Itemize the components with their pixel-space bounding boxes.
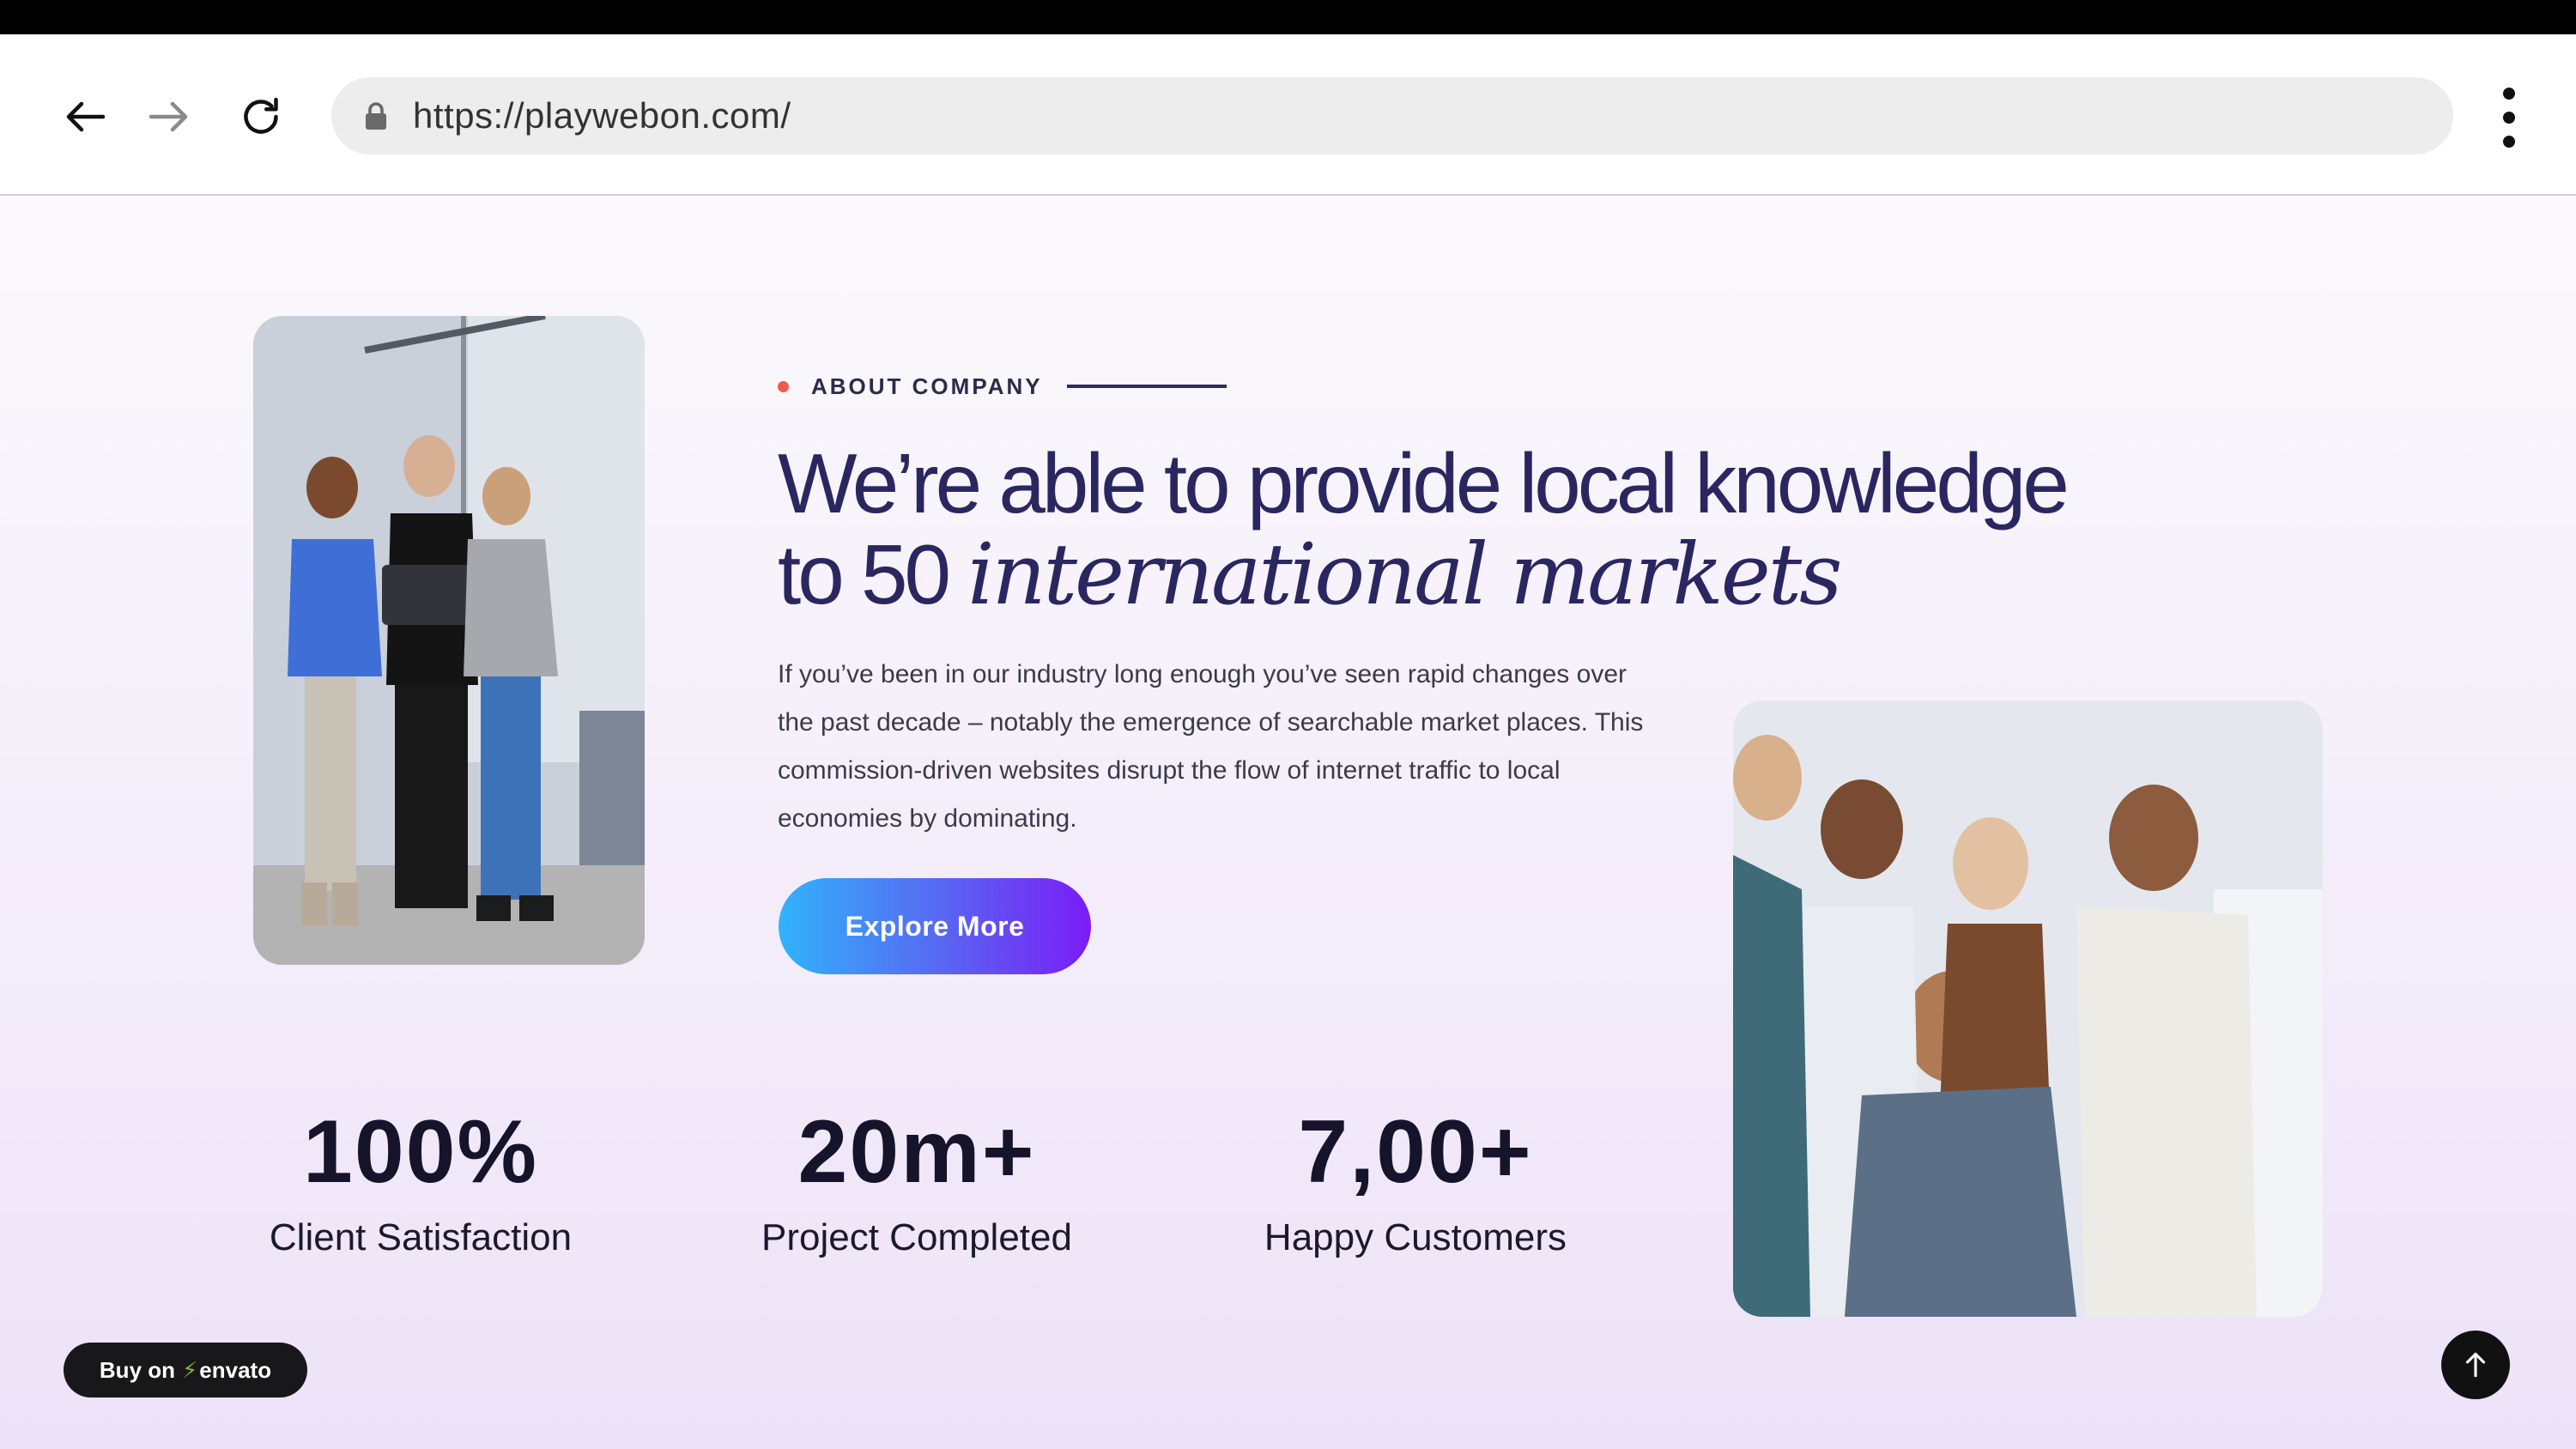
device-status-bar <box>0 0 2576 34</box>
headline-line-2-plain: to 50 <box>778 527 968 621</box>
scroll-to-top-button[interactable] <box>2441 1331 2510 1399</box>
accent-dot-icon <box>778 380 789 392</box>
envato-leaf-icon: ⚡ <box>182 1356 198 1383</box>
dot-icon <box>2503 112 2515 124</box>
section-description: If you’ve been in our industry long enou… <box>778 660 1644 833</box>
stat-label: Project Completed <box>761 1216 1072 1258</box>
headline-line-1: We’re able to provide local knowledge <box>778 436 2070 530</box>
section-eyebrow: ABOUT COMPANY <box>778 361 1227 412</box>
stat-client-satisfaction: 100% Client Satisfaction <box>253 1105 588 1259</box>
eyebrow-text: ABOUT COMPANY <box>811 373 1043 399</box>
browser-toolbar: https://playwebon.com/ <box>0 34 2576 196</box>
reload-button[interactable] <box>228 84 294 149</box>
team-photo-office <box>1733 700 2323 1317</box>
address-bar[interactable]: https://playwebon.com/ <box>331 77 2453 155</box>
arrow-up-icon <box>2465 1352 2486 1378</box>
section-headline: We’re able to provide local knowledge to… <box>778 438 2237 621</box>
stat-value: 100% <box>303 1102 538 1202</box>
headline-italic-emphasis: international markets <box>967 526 1842 624</box>
about-section: ABOUT COMPANY We’re able to provide loca… <box>0 196 2576 1449</box>
explore-more-button[interactable]: Explore More <box>779 878 1091 974</box>
url-text: https://playwebon.com/ <box>413 95 791 136</box>
stat-label: Happy Customers <box>1264 1216 1567 1258</box>
back-button[interactable] <box>53 84 118 149</box>
headline-line-2: to 50 international markets <box>778 529 2237 621</box>
buy-on-envato-badge[interactable]: Buy on ⚡ envato <box>64 1343 307 1397</box>
office-photo-illustration <box>1733 700 2323 1317</box>
stat-label: Client Satisfaction <box>269 1216 573 1258</box>
stat-value: 20m+ <box>797 1102 1036 1202</box>
arrow-right-icon <box>148 101 188 132</box>
team-photo-illustration <box>253 316 645 965</box>
browser-menu-button[interactable] <box>2488 88 2531 148</box>
dot-icon <box>2503 88 2515 100</box>
team-photo-portrait <box>253 316 645 965</box>
stat-value: 7,00+ <box>1298 1102 1533 1202</box>
lock-icon <box>366 102 386 130</box>
arrow-left-icon <box>66 101 106 132</box>
reload-icon <box>244 97 278 134</box>
forward-button[interactable] <box>136 84 201 149</box>
badge-brand: envato <box>199 1356 272 1383</box>
dot-icon <box>2503 136 2515 148</box>
stat-projects-completed: 20m+ Project Completed <box>745 1105 1088 1259</box>
eyebrow-divider <box>1066 385 1227 388</box>
badge-prefix: Buy on <box>99 1356 176 1383</box>
stat-happy-customers: 7,00+ Happy Customers <box>1244 1105 1587 1259</box>
